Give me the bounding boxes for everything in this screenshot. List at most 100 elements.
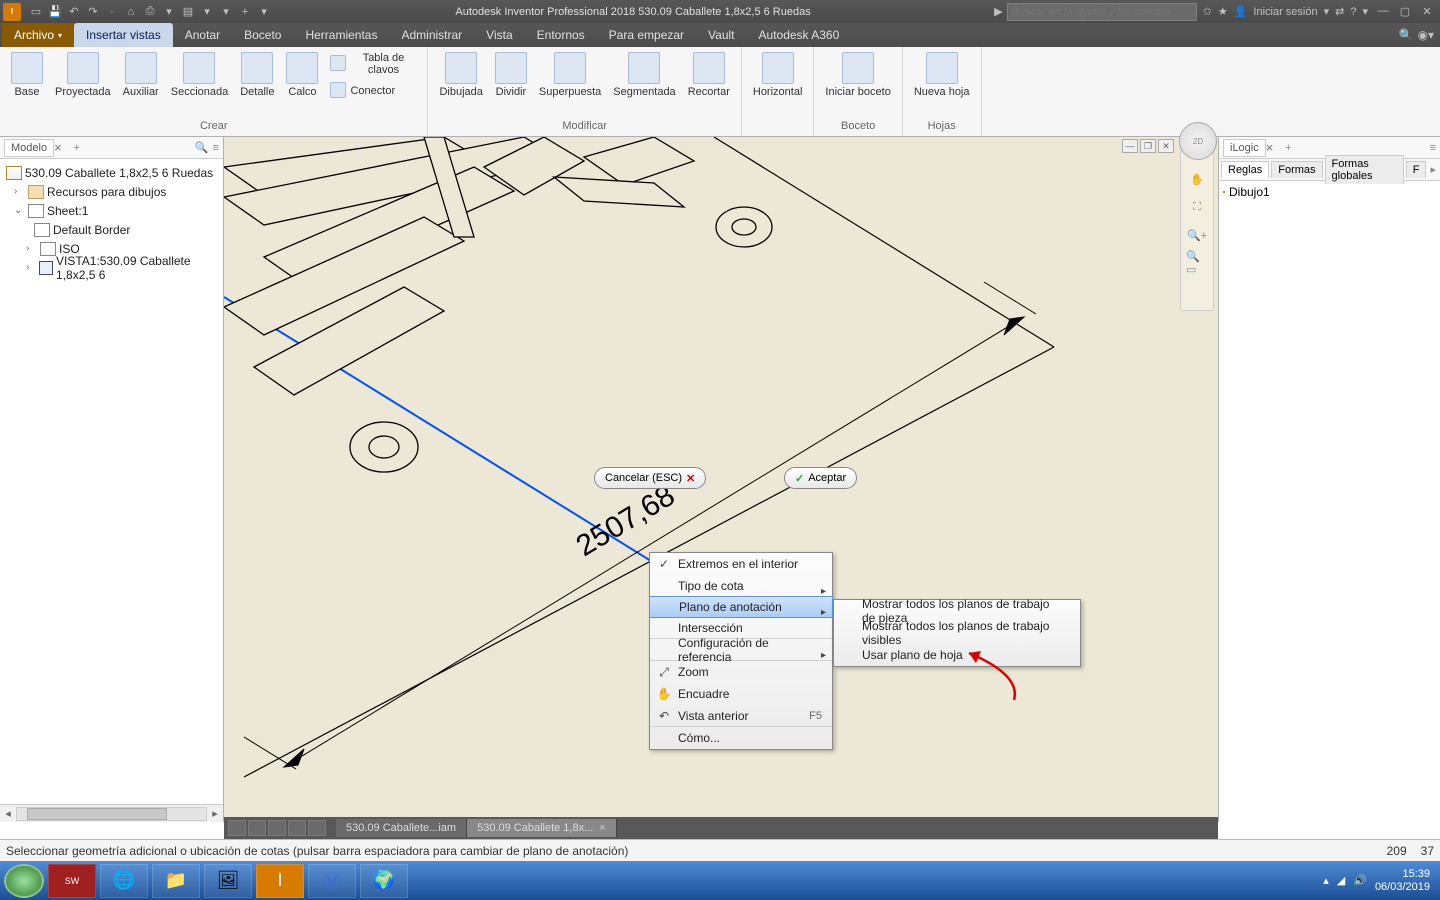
qat-save-icon[interactable]: 💾 xyxy=(47,4,63,20)
rtab-formas[interactable]: Formas xyxy=(1271,161,1322,178)
ilogic-tab-close-icon[interactable]: × xyxy=(1266,140,1274,155)
accept-button[interactable]: ✓ Aceptar xyxy=(784,467,857,489)
qat-style-icon[interactable]: ▾ xyxy=(218,4,234,20)
btn-iniciar-boceto[interactable]: Iniciar boceto xyxy=(820,49,895,101)
btn-dibujada[interactable]: Dibujada xyxy=(434,49,487,101)
doctab-iam[interactable]: 530.09 Caballete...iam xyxy=(336,819,467,837)
ctx-tipo-cota[interactable]: Tipo de cota xyxy=(650,575,832,597)
chevron-down-icon[interactable]: ▾ xyxy=(1324,5,1330,18)
tree-recursos[interactable]: ›Recursos para dibujos xyxy=(2,182,221,201)
qat-home-icon[interactable]: ⌂ xyxy=(123,4,139,20)
minimize-icon[interactable]: — xyxy=(1374,5,1392,18)
qat-redo-icon[interactable]: ↷ xyxy=(85,4,101,20)
help-icon[interactable]: ? xyxy=(1350,6,1356,18)
close-icon[interactable]: ✕ xyxy=(1418,5,1436,18)
start-button[interactable] xyxy=(4,864,44,898)
btn-proyectada[interactable]: Proyectada xyxy=(50,49,116,101)
task-explorer[interactable]: 📁 xyxy=(152,864,200,898)
ctx-sub-visibles[interactable]: Mostrar todos los planos de trabajo visi… xyxy=(834,622,1080,644)
zoom-all-icon[interactable]: ⛶ xyxy=(1186,196,1208,218)
ilogic-tab[interactable]: iLogic xyxy=(1223,139,1266,157)
qat-print-icon[interactable]: ⎙ xyxy=(142,4,158,20)
ctx-sub-hoja[interactable]: Usar plano de hoja xyxy=(834,644,1080,666)
btn-conector[interactable]: Conector xyxy=(325,79,421,103)
tray-sound-icon[interactable]: 🔊 xyxy=(1353,874,1367,887)
ribbon-search-icon[interactable]: 🔍 xyxy=(1399,28,1414,42)
tray-up-icon[interactable]: ▴ xyxy=(1323,874,1329,887)
btn-nueva-hoja[interactable]: Nueva hoja xyxy=(909,49,975,101)
tree-root[interactable]: 530.09 Caballete 1,8x2,5 6 Ruedas xyxy=(2,163,221,182)
btn-calco[interactable]: Calco xyxy=(281,49,323,101)
task-mb[interactable]: Ⓜ xyxy=(308,864,356,898)
task-globe[interactable]: 🌍 xyxy=(360,864,408,898)
tree-sheet[interactable]: ⌄Sheet:1 xyxy=(2,201,221,220)
drawing-canvas[interactable]: — ❐ ✕ 2507,68 xyxy=(224,137,1218,822)
tab-vista[interactable]: Vista xyxy=(474,23,524,47)
btn-superpuesta[interactable]: Superpuesta xyxy=(534,49,606,101)
qat-undo-icon[interactable]: ↶ xyxy=(66,4,82,20)
qat-material-icon[interactable]: ▾ xyxy=(199,4,215,20)
ctx-vista-anterior[interactable]: ↶Vista anteriorF5 xyxy=(650,705,832,727)
help-search-input[interactable] xyxy=(1007,3,1197,21)
btn-recortar[interactable]: Recortar xyxy=(683,49,735,101)
qat-dropdown-icon[interactable]: ▾ xyxy=(256,4,272,20)
exchange-icon[interactable]: ⇄ xyxy=(1335,5,1344,18)
ctx-plano-anotacion[interactable]: Plano de anotación xyxy=(649,596,833,618)
tab-herramientas[interactable]: Herramientas xyxy=(293,23,389,47)
browser-tab-add-icon[interactable]: + xyxy=(68,142,86,154)
btn-auxiliar[interactable]: Auxiliar xyxy=(118,49,164,101)
tab-empezar[interactable]: Para empezar xyxy=(597,23,696,47)
rtab-scroll-icon[interactable]: ▸ xyxy=(1426,163,1440,176)
cancel-button[interactable]: Cancelar (ESC) ✕ xyxy=(594,467,706,489)
ribbon-collapse-icon[interactable]: ◉▾ xyxy=(1418,28,1435,42)
tree-border[interactable]: Default Border xyxy=(2,220,221,239)
layout-icon-1[interactable] xyxy=(228,820,246,836)
ctx-encuadre[interactable]: ✋Encuadre xyxy=(650,683,832,705)
zoom-window-icon[interactable]: 🔍▭ xyxy=(1186,252,1208,274)
tree-vista1[interactable]: ›VISTA1:530.09 Caballete 1,8x2,5 6 xyxy=(2,258,221,277)
tab-insert-views[interactable]: Insertar vistas xyxy=(74,23,173,47)
maximize-icon[interactable]: ▢ xyxy=(1396,5,1414,18)
browser-scrollbar[interactable]: ◂▸ xyxy=(0,804,223,822)
btn-horizontal[interactable]: Horizontal xyxy=(748,49,808,101)
tab-file[interactable]: Archivo xyxy=(2,23,74,47)
layout-icon-2[interactable] xyxy=(248,820,266,836)
user-icon[interactable]: 👤 xyxy=(1234,5,1248,18)
tab-anotar[interactable]: Anotar xyxy=(173,23,232,47)
tab-administrar[interactable]: Administrar xyxy=(389,23,474,47)
tray-net-icon[interactable]: ◢ xyxy=(1337,874,1345,887)
browser-menu-icon[interactable]: ≡ xyxy=(213,142,219,154)
tab-boceto[interactable]: Boceto xyxy=(232,23,293,47)
btn-base[interactable]: Base xyxy=(6,49,48,101)
browser-tab-close-icon[interactable]: × xyxy=(54,140,62,155)
qat-plus-icon[interactable]: + xyxy=(237,4,253,20)
doctab-active[interactable]: 530.09 Caballete 1,8x...× xyxy=(467,819,617,837)
layout-icon-5[interactable] xyxy=(308,820,326,836)
help-dropdown-icon[interactable]: ▾ xyxy=(1362,5,1368,18)
rtab-f[interactable]: F xyxy=(1406,161,1427,178)
ctx-zoom[interactable]: ⤢Zoom xyxy=(650,661,832,683)
ctx-como[interactable]: Cómo... xyxy=(650,727,832,749)
ilogic-tab-add-icon[interactable]: + xyxy=(1279,142,1297,154)
ilogic-item-dibujo1[interactable]: Dibujo1 xyxy=(1223,185,1436,199)
task-image[interactable]: 🖼 xyxy=(204,864,252,898)
btn-tabla-clavos[interactable]: Tabla de clavos xyxy=(325,49,421,79)
star-icon[interactable]: ★ xyxy=(1218,5,1228,18)
layout-icon-3[interactable] xyxy=(268,820,286,836)
doctab-close-icon[interactable]: × xyxy=(599,822,605,834)
btn-detalle[interactable]: Detalle xyxy=(235,49,279,101)
pan-icon[interactable]: ✋ xyxy=(1186,168,1208,190)
tab-entornos[interactable]: Entornos xyxy=(525,23,597,47)
zoom-in-icon[interactable]: 🔍+ xyxy=(1186,224,1208,246)
signin-link[interactable]: Iniciar sesión xyxy=(1253,6,1317,18)
qat-layers-icon[interactable]: ▤ xyxy=(180,4,196,20)
view-cube-icon[interactable]: 2D xyxy=(1179,122,1217,160)
btn-segmentada[interactable]: Segmentada xyxy=(608,49,680,101)
qat-more1-icon[interactable]: ▾ xyxy=(161,4,177,20)
browser-search-icon[interactable]: 🔍 xyxy=(195,141,209,154)
task-chrome[interactable]: 🌐 xyxy=(100,864,148,898)
rtab-reglas[interactable]: Reglas xyxy=(1221,161,1269,178)
model-tree[interactable]: 530.09 Caballete 1,8x2,5 6 Ruedas ›Recur… xyxy=(0,159,223,804)
ctx-extremos[interactable]: ✓Extremos en el interior xyxy=(650,553,832,575)
tab-vault[interactable]: Vault xyxy=(696,23,746,47)
